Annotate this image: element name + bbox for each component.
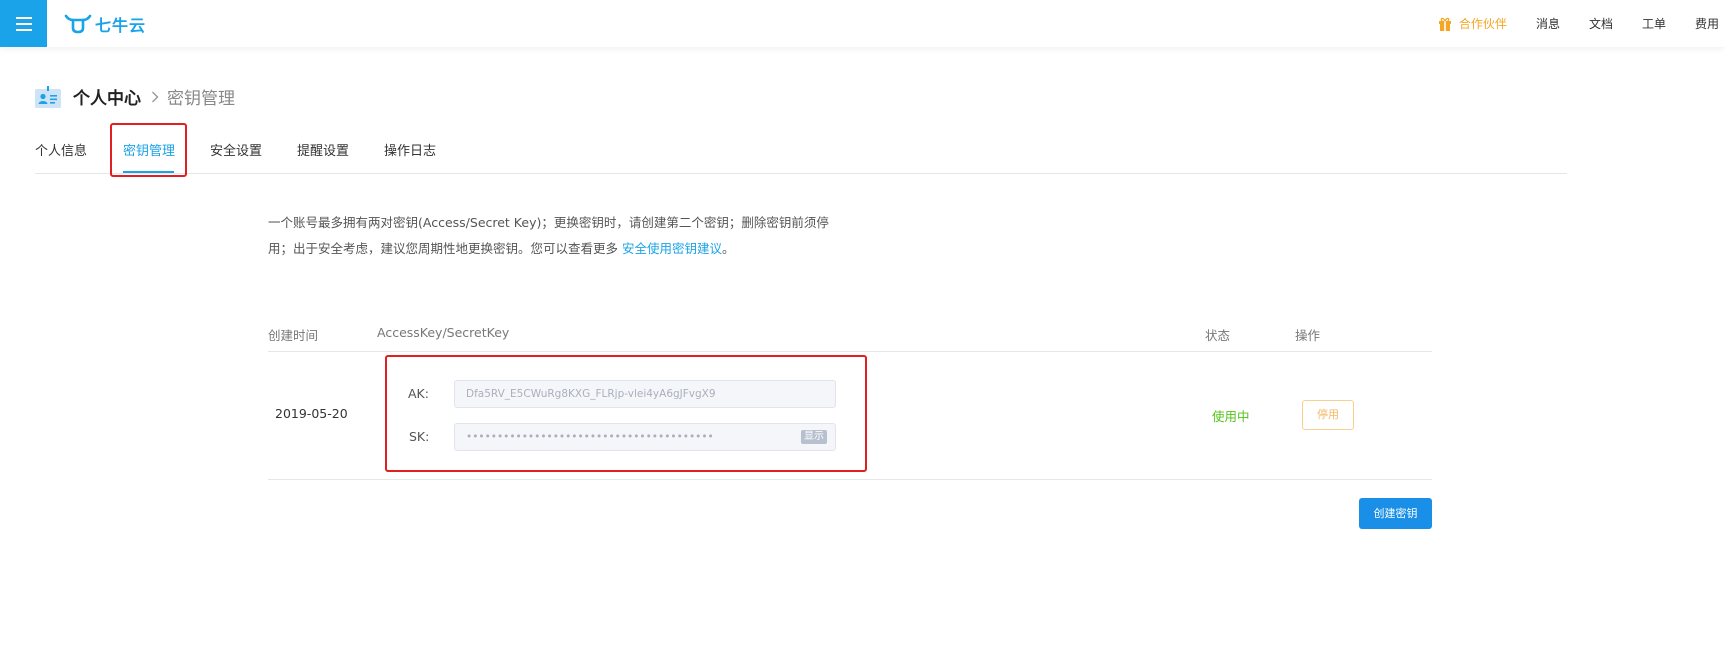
tab-bar: 个人信息 密钥管理 安全设置 提醒设置 操作日志 [35,140,1567,174]
gift-icon [1438,17,1451,31]
notice-suffix: 。 [722,241,735,256]
tab-security-settings[interactable]: 安全设置 [210,140,262,159]
column-header-status: 状态 [1205,328,1231,343]
column-header-actions: 操作 [1295,328,1321,343]
nav-billing[interactable]: 费用 [1695,15,1719,32]
create-key-button[interactable]: 创建密钥 [1359,498,1432,529]
highlight-box-keys [385,355,867,472]
nav-tickets[interactable]: 工单 [1642,15,1666,32]
created-date: 2019-05-20 [275,406,348,421]
logo-text: 七牛云 [95,16,147,35]
hamburger-icon [15,16,32,31]
partner-link[interactable]: 合作伙伴 [1438,15,1507,32]
page-title: 个人中心 [73,89,141,109]
nav-messages[interactable]: 消息 [1536,15,1560,32]
id-card-icon [35,85,61,108]
page-heading: 个人中心 密钥管理 [35,84,235,109]
notice-text: 一个账号最多拥有两对密钥(Access/Secret Key)；更换密钥时，请创… [268,215,829,256]
highlight-box-tab [110,123,187,177]
chevron-right-icon [152,91,159,102]
status-badge: 使用中 [1212,409,1250,424]
security-advice-link[interactable]: 安全使用密钥建议 [622,241,722,256]
table-header-divider [268,351,1432,352]
table-row-divider [268,479,1432,480]
disable-key-button[interactable]: 停用 [1302,400,1354,430]
nav-docs[interactable]: 文档 [1589,15,1613,32]
partner-label: 合作伙伴 [1458,17,1507,31]
logo[interactable]: 七牛云 [64,12,146,36]
menu-button[interactable] [0,0,47,47]
tab-personal-info[interactable]: 个人信息 [35,140,87,159]
column-header-keys: AccessKey/SecretKey [377,325,510,340]
top-bar: 七牛云 合作伙伴 消息 文档 工单 费用 [0,0,1725,47]
key-notice: 一个账号最多拥有两对密钥(Access/Secret Key)；更换密钥时，请创… [268,210,838,262]
tab-operation-log[interactable]: 操作日志 [384,140,436,159]
top-nav: 合作伙伴 消息 文档 工单 费用 [1438,0,1725,47]
page-subtitle: 密钥管理 [167,89,235,109]
tab-reminder-settings[interactable]: 提醒设置 [297,140,349,159]
qiniu-logo-icon [64,14,92,34]
column-header-created: 创建时间 [268,328,319,343]
